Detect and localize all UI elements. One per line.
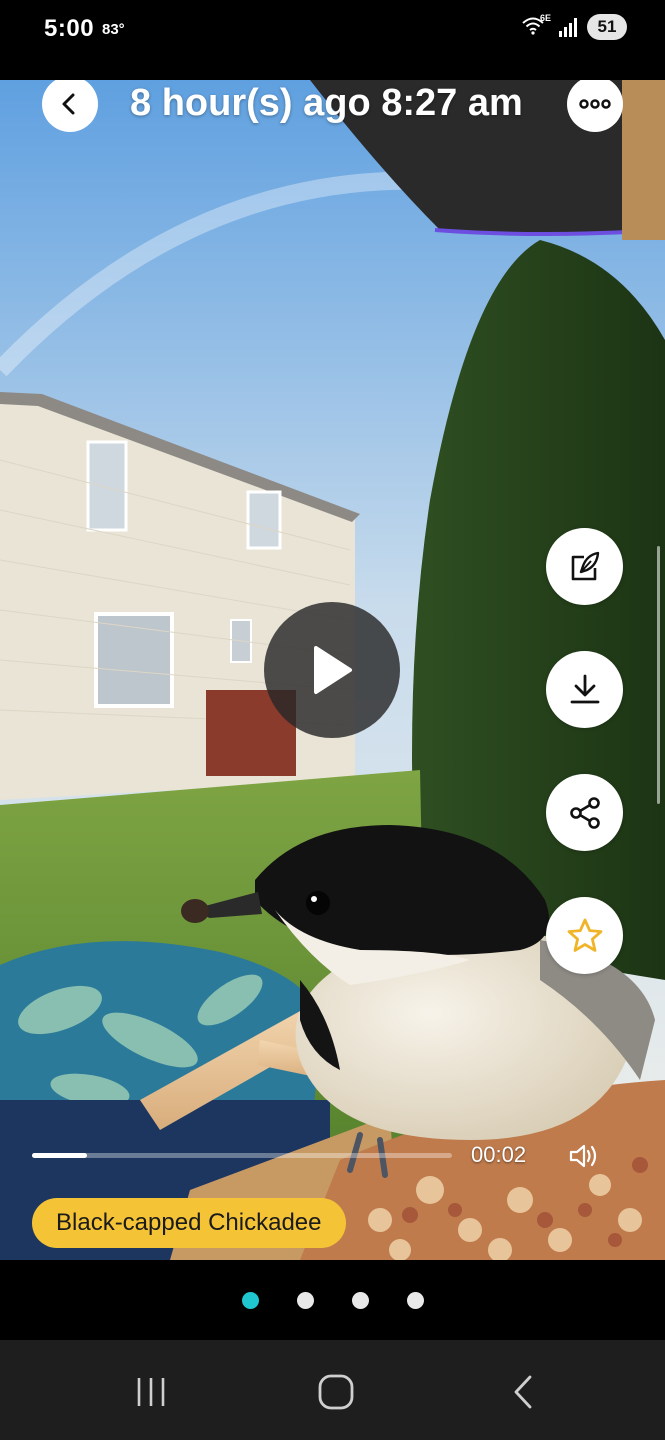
status-bar: 5:00 83° 6E 51: [0, 0, 665, 80]
feather-edit-icon: [571, 551, 599, 580]
status-indicators: 6E 51: [521, 13, 627, 40]
pager-dot-1[interactable]: [241, 1291, 259, 1309]
edge-panel-handle[interactable]: [657, 546, 660, 804]
home-icon: [318, 1374, 354, 1410]
download-icon: [570, 674, 599, 703]
system-back-button[interactable]: [493, 1370, 553, 1414]
recent-apps-button[interactable]: [121, 1370, 181, 1414]
share-button[interactable]: [546, 774, 623, 851]
pager-dot-4[interactable]: [406, 1291, 424, 1309]
share-icon: [569, 796, 600, 829]
battery-indicator: 51: [587, 14, 627, 40]
video-progress-fill: [32, 1153, 87, 1158]
media-pager: [0, 1260, 665, 1340]
battery-level: 51: [597, 17, 617, 36]
pager-dot-3[interactable]: [351, 1291, 369, 1309]
play-icon: [314, 646, 352, 694]
status-temperature: 83°: [102, 21, 125, 38]
video-progress-bar[interactable]: [32, 1153, 452, 1158]
elapsed-time: 00:02: [471, 1142, 527, 1167]
download-button[interactable]: [546, 651, 623, 728]
edit-note-button[interactable]: [546, 528, 623, 605]
signal-icon: [559, 17, 577, 37]
status-time: 5:00: [44, 15, 95, 42]
speaker-icon: [569, 1144, 597, 1168]
favorite-button[interactable]: [546, 897, 623, 974]
video-title: 8 hour(s) ago 8:27 am: [130, 82, 523, 124]
play-button[interactable]: [264, 602, 400, 738]
video-player[interactable]: 8 hour(s) ago 8:27 am 00:02 Black-capped…: [0, 80, 665, 1260]
species-label[interactable]: Black-capped Chickadee: [32, 1198, 346, 1248]
home-button[interactable]: [306, 1370, 366, 1414]
volume-button[interactable]: [566, 1138, 602, 1174]
pager-dot-2[interactable]: [296, 1291, 314, 1309]
wifi-band-label: 6E: [539, 13, 551, 23]
star-icon: [567, 918, 602, 952]
system-navigation-bar: [0, 1340, 665, 1440]
recent-apps-icon: [137, 1378, 165, 1406]
wifi-icon: 6E: [521, 13, 551, 39]
back-chevron-icon: [514, 1375, 532, 1409]
chevron-left-icon: [62, 93, 75, 115]
more-horizontal-icon: [579, 99, 611, 109]
